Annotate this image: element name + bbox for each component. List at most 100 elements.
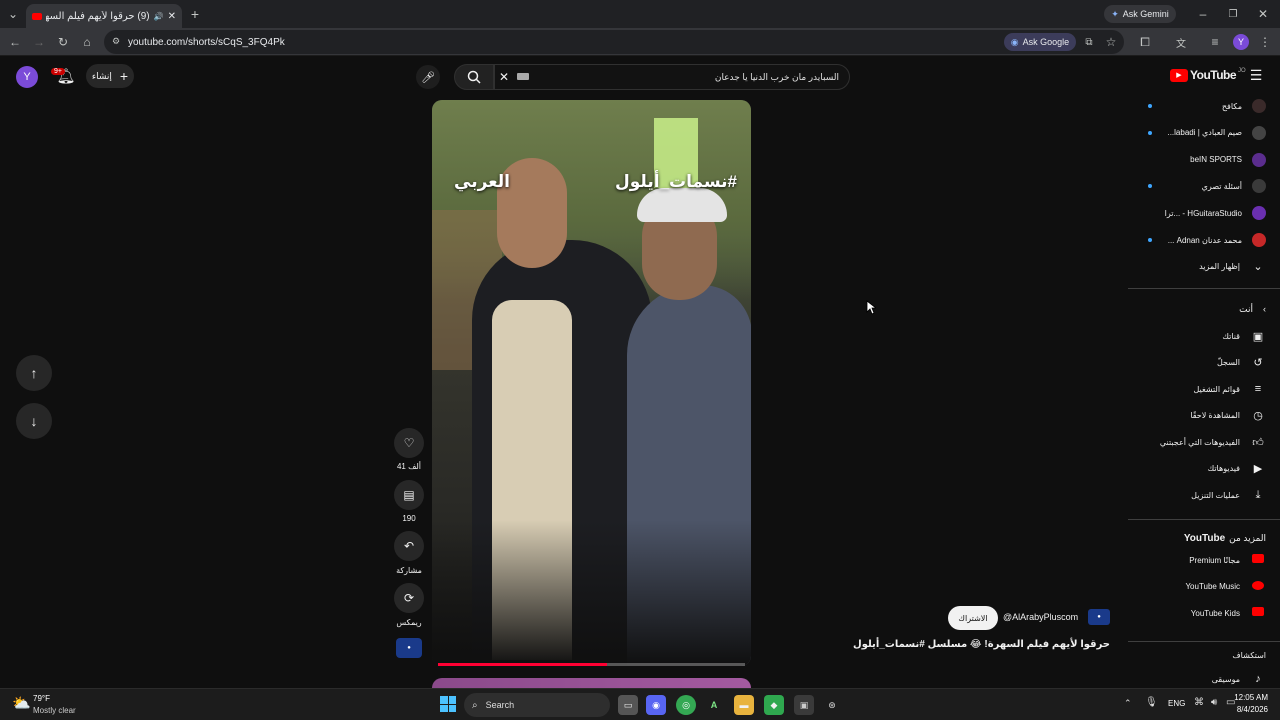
video-progress-track[interactable] — [438, 663, 745, 666]
sidebar-item-you-0[interactable]: قناتك ▣ — [1128, 323, 1280, 349]
divider — [1128, 288, 1280, 289]
arrow-up-icon: ↑ — [30, 365, 38, 381]
url-text: youtube.com/shorts/sCqS_3FQ4Pk — [128, 36, 285, 48]
ask-gemini-button[interactable]: ✦ Ask Gemini — [1104, 5, 1176, 23]
extensions-icon[interactable]: ⧠ — [1138, 34, 1152, 50]
share-label: مشاركة — [396, 566, 422, 575]
address-bar[interactable]: ⚙ youtube.com/shorts/sCqS_3FQ4Pk — [104, 30, 1124, 54]
minimize-icon[interactable]: – — [1196, 6, 1210, 22]
translate-icon[interactable]: 文 — [1174, 34, 1188, 50]
comments-button[interactable]: ▤ — [394, 480, 424, 510]
network-icon[interactable]: ⌘ — [1194, 697, 1204, 708]
guide-menu-icon[interactable]: ☰ — [1248, 67, 1264, 83]
browser-menu-icon[interactable]: ⋮ — [1258, 34, 1272, 50]
reading-list-icon[interactable]: ≡ — [1208, 34, 1222, 50]
new-tab-icon[interactable]: + — [188, 6, 202, 22]
language-indicator[interactable]: ENG — [1168, 699, 1185, 708]
search-input[interactable]: ✕ السبايدر مان خرب الدنيا يا جدعان — [494, 64, 850, 90]
sidebar-subscription-item[interactable]: مكافح — [1128, 93, 1280, 119]
sidebar-subscription-item[interactable]: HGuitaraStudio - ...ترا — [1128, 200, 1280, 226]
weather-icon[interactable]: ⛅ — [12, 694, 31, 712]
sidebar-subscription-item[interactable]: صيم العبادي | labadi... — [1128, 120, 1280, 146]
forward-icon[interactable]: → — [32, 34, 46, 50]
bookmark-star-icon[interactable]: ☆ — [1104, 34, 1118, 50]
browser-profile-avatar[interactable]: Y — [1233, 34, 1249, 50]
home-icon[interactable]: ⌂ — [80, 34, 94, 50]
sidebar-item-label: قناتك — [1222, 331, 1240, 341]
sidebar-item-you-6[interactable]: عمليات التنزيل ⤓ — [1128, 482, 1280, 508]
create-label: إنشاء — [91, 70, 112, 81]
site-info-icon[interactable]: ⚙ — [112, 36, 120, 47]
terminal-app-icon[interactable]: A — [704, 695, 724, 715]
store-app-icon[interactable]: ◆ — [764, 695, 784, 715]
github-desktop-icon[interactable]: ⊛ — [822, 695, 842, 715]
remix-icon: ⟳ — [403, 591, 415, 605]
create-button[interactable]: إنشاء + — [86, 64, 134, 88]
tray-overflow-icon[interactable]: ⌃ — [1124, 698, 1132, 709]
file-explorer-icon[interactable]: ▬ — [734, 695, 754, 715]
discord-icon[interactable]: ◉ — [646, 695, 666, 715]
tab-audio-icon[interactable]: 🔊 — [154, 12, 164, 21]
channel-avatar-icon[interactable]: ● — [1088, 609, 1110, 625]
youtube-header: Y 🔔︎ 9+ إنشاء + 🎤︎ ✕ السبايدر مان خرب ال… — [0, 56, 1280, 96]
sidebar-item-more-2[interactable]: YouTube Kids — [1128, 600, 1280, 626]
voice-search-icon[interactable]: 🎤︎ — [416, 65, 440, 89]
sidebar-item-you-3[interactable]: المشاهدة لاحقًا ◷ — [1128, 403, 1280, 429]
previous-short-button[interactable]: ↑ — [16, 355, 52, 391]
channel-avatar — [1252, 179, 1266, 194]
sidebar-item-you-5[interactable]: فيديوهاتك ▶ — [1128, 456, 1280, 482]
channel-handle[interactable]: @AlArabyPluscom — [1003, 612, 1078, 622]
sidebar-item-you-2[interactable]: قوائم التشغيل ≡ — [1128, 376, 1280, 402]
reload-icon[interactable]: ↻ — [56, 34, 70, 50]
mic-tray-icon[interactable]: 🎙︎ — [1145, 697, 1158, 708]
ask-google-label: Ask Google — [1022, 37, 1070, 47]
volume-icon[interactable]: 🔊︎ — [1211, 697, 1217, 708]
keyboard-icon[interactable] — [517, 73, 529, 80]
vm-app-icon[interactable]: ▣ — [794, 695, 814, 715]
like-button[interactable]: ♡ — [394, 428, 424, 458]
sidebar-item-more-0[interactable]: Premium مجانًا — [1128, 547, 1280, 573]
subscription-label: محمد عدنان Adnan ... — [1167, 235, 1242, 245]
ask-google-button[interactable]: ◉ Ask Google — [1004, 33, 1076, 51]
youtube-logo[interactable]: ▶ YouTube JO — [1170, 68, 1246, 82]
account-avatar[interactable]: Y — [16, 66, 38, 88]
you-heading-label: أنت — [1239, 303, 1253, 314]
short-video-player[interactable]: #نسمات_أيلول العربي — [432, 100, 751, 666]
google-lens-icon: ◉ — [1010, 36, 1019, 47]
taskbar-search[interactable]: ⌕ Search — [464, 693, 610, 717]
clock-date[interactable]: 8/4/2026 — [1232, 705, 1268, 714]
notification-badge: 9+ — [51, 68, 65, 75]
sidebar-subscription-item[interactable]: beIN SPORTS — [1128, 147, 1280, 173]
search-button[interactable] — [454, 64, 494, 90]
window-close-icon[interactable]: ✕ — [1256, 6, 1270, 22]
subscribe-button[interactable]: الاشتراك — [948, 606, 998, 630]
clear-search-icon[interactable]: ✕ — [499, 70, 509, 84]
back-icon[interactable]: ← — [8, 34, 22, 50]
remix-button[interactable]: ⟳ — [394, 583, 424, 613]
person-box-icon: ▣ — [1252, 330, 1264, 343]
sidebar-subscription-item[interactable]: أسئلة تصري — [1128, 173, 1280, 199]
install-app-icon[interactable]: ⧉ — [1082, 34, 1096, 50]
next-short-button[interactable]: ↓ — [16, 403, 52, 439]
clock-time[interactable]: 12:05 AM — [1232, 693, 1268, 702]
restore-icon[interactable]: ❐ — [1226, 6, 1240, 22]
sidebar-item-you-1[interactable]: السجلّ ↺ — [1128, 350, 1280, 376]
next-short-preview[interactable] — [432, 678, 751, 688]
sidebar-item-label: فيديوهاتك — [1207, 464, 1240, 473]
sidebar-item-more-1[interactable]: YouTube Music — [1128, 574, 1280, 600]
short-title[interactable]: حرقوا لأيهم فيلم السهرة! 😂 مسلسل #نسمات_… — [853, 639, 1110, 650]
sidebar-item-you-4[interactable]: الفيديوهات التي أعجبتني 👍︎ — [1128, 429, 1280, 455]
you-heading[interactable]: أنت ‹ — [1128, 296, 1280, 322]
channel-avatar — [1252, 206, 1266, 221]
tab-close-icon[interactable]: ✕ — [168, 11, 176, 22]
task-view-icon[interactable]: ▭ — [618, 695, 638, 715]
share-button[interactable]: ↶ — [394, 531, 424, 561]
tab-list-icon[interactable]: ⌄ — [6, 7, 20, 21]
sidebar-subscription-item[interactable]: محمد عدنان Adnan ... — [1128, 227, 1280, 253]
sound-channel-icon[interactable]: ● — [396, 638, 422, 658]
show-more-button[interactable]: إظهار المزيد ⌄ — [1128, 253, 1280, 279]
tab-active[interactable]: (9) حرقوا لأيهم فيلم السهرة! 🔊 ✕ — [26, 4, 182, 28]
start-button-icon[interactable] — [440, 696, 456, 712]
chrome-icon[interactable]: ◎ — [676, 695, 696, 715]
like-count: 41 ألف — [396, 462, 422, 471]
